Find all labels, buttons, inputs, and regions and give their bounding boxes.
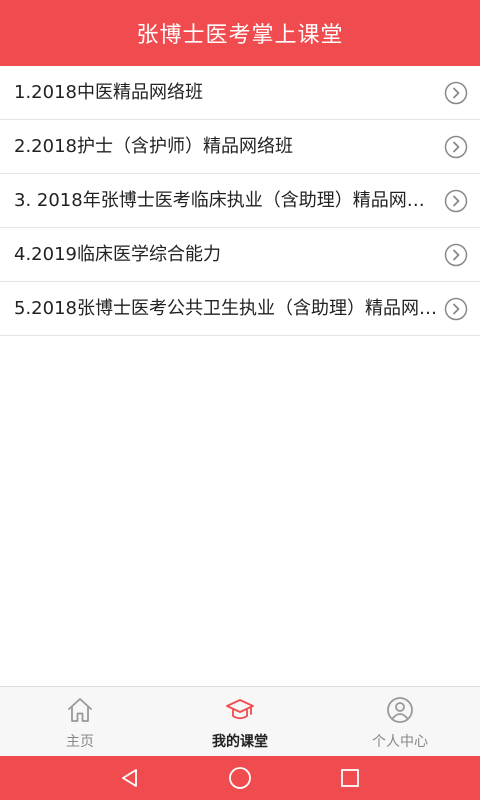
app-header: 张博士医考掌上课堂 [0,0,480,66]
chevron-right-icon [444,189,468,213]
course-list: 1.2018中医精品网络班 2.2018护士（含护师）精品网络班 3. 2018… [0,66,480,336]
chevron-right-icon [444,243,468,267]
user-icon [387,697,413,723]
list-item-course-4[interactable]: 4.2019临床医学综合能力 [0,228,480,282]
home-circle-icon [229,767,251,789]
tab-profile[interactable]: 个人中心 [320,687,480,756]
home-icon [68,698,92,722]
tab-label: 我的课堂 [212,734,268,750]
list-item-label: 1.2018中医精品网络班 [14,82,203,103]
recents-icon [341,769,359,787]
list-item-course-2[interactable]: 2.2018护士（含护师）精品网络班 [0,120,480,174]
bottom-tab-bar: 主页 我的课堂 个人中心 [0,686,480,756]
chevron-right-icon [444,135,468,159]
graduation-cap-icon [226,699,254,720]
list-item-label: 4.2019临床医学综合能力 [14,244,221,265]
page-title: 张博士医考掌上课堂 [136,23,344,48]
list-item-label: 2.2018护士（含护师）精品网络班 [14,136,293,157]
tab-home[interactable]: 主页 [0,687,160,756]
list-item-label: 3. 2018年张博士医考临床执业（含助理）精品网络班 [14,190,440,211]
list-item-label: 5.2018张博士医考公共卫生执业（含助理）精品网络班 [14,298,440,319]
list-item-course-5[interactable]: 5.2018张博士医考公共卫生执业（含助理）精品网络班 [0,282,480,336]
screen: 张博士医考掌上课堂 1.2018中医精品网络班 2.2018护士（含护师）精品网… [0,0,480,800]
nav-home-button[interactable] [185,756,295,800]
system-nav-bar [0,756,480,800]
tab-label: 主页 [66,734,94,750]
list-item-course-1[interactable]: 1.2018中医精品网络班 [0,66,480,120]
tab-my-classroom[interactable]: 我的课堂 [160,687,320,756]
list-item-course-3[interactable]: 3. 2018年张博士医考临床执业（含助理）精品网络班 [0,174,480,228]
nav-recents-button[interactable] [295,756,405,800]
chevron-right-icon [444,81,468,105]
tab-label: 个人中心 [372,734,428,750]
chevron-right-icon [444,297,468,321]
nav-back-button[interactable] [75,756,185,800]
back-icon [122,769,137,787]
